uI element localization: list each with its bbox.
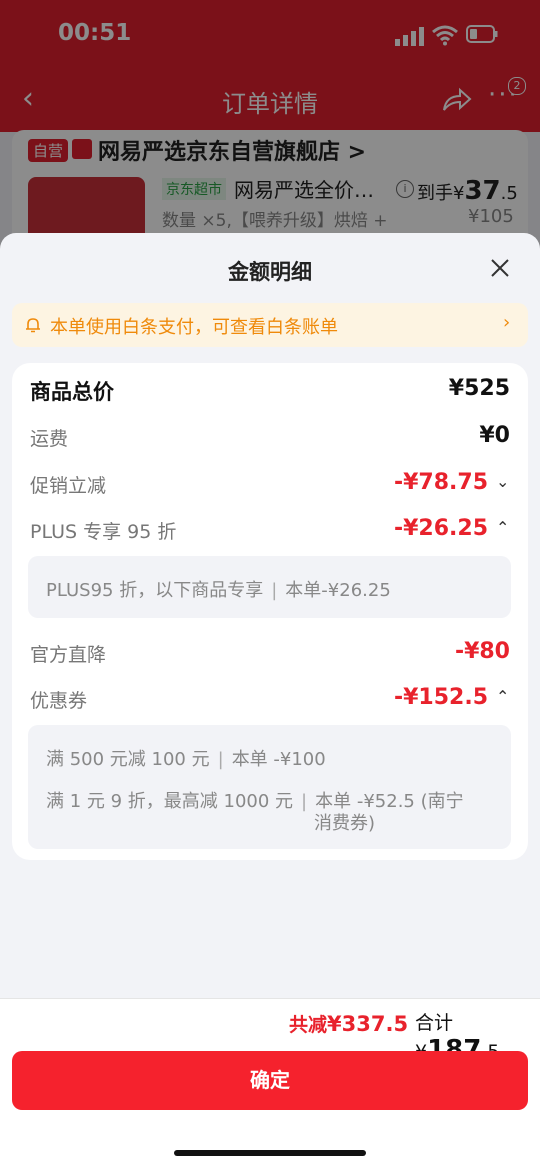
coupon-detail-2-cont: 消费券) bbox=[314, 813, 376, 834]
plus-discount-value[interactable]: -¥26.25 bbox=[394, 516, 488, 541]
shipping-label: 运费 bbox=[30, 428, 69, 450]
official-discount-value: -¥80 bbox=[454, 639, 510, 664]
goods-total-value: ¥525 bbox=[448, 376, 510, 401]
coupon-value[interactable]: -¥152.5 bbox=[394, 685, 488, 710]
total-saved: 共减¥337.5 bbox=[289, 1012, 409, 1036]
close-icon[interactable] bbox=[488, 256, 512, 280]
plus-discount-label[interactable]: PLUS 专享 95 折 bbox=[30, 517, 176, 544]
chevron-right-icon: › bbox=[503, 312, 511, 333]
coupon-label[interactable]: 优惠券 bbox=[30, 686, 87, 713]
coupon-detail-1: 满 500 元减 100 元 | 本单 -¥100 bbox=[46, 749, 326, 770]
official-discount-label: 官方直降 bbox=[30, 644, 107, 666]
chevron-up-icon[interactable]: ⌃ bbox=[496, 518, 509, 537]
sheet-title: 金额明细 bbox=[228, 260, 312, 284]
promo-value[interactable]: -¥78.75 bbox=[394, 470, 488, 495]
confirm-button[interactable]: 确定 bbox=[12, 1051, 528, 1110]
shipping-value: ¥0 bbox=[479, 423, 510, 448]
goods-total-label: 商品总价 bbox=[30, 380, 114, 404]
chevron-down-icon[interactable]: ⌄ bbox=[496, 472, 509, 491]
chevron-up-icon[interactable]: ⌃ bbox=[496, 687, 509, 706]
coupon-detail-2: 满 1 元 9 折，最高减 1000 元 | 本单 -¥52.5 (南宁 bbox=[46, 791, 464, 812]
plus-detail-text: PLUS95 折，以下商品专享 | 本单-¥26.25 bbox=[46, 580, 391, 601]
bell-icon bbox=[26, 318, 40, 333]
home-indicator[interactable] bbox=[174, 1150, 366, 1156]
notice-text: 本单使用白条支付，可查看白条账单 bbox=[50, 317, 338, 338]
promo-label[interactable]: 促销立减 bbox=[30, 471, 106, 498]
